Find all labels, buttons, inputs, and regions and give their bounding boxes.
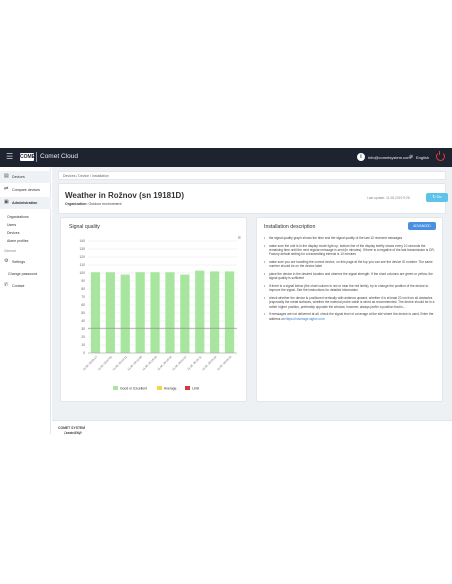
organization-value: Outdoor environment: [88, 202, 122, 206]
installation-title: Installation description: [264, 224, 316, 230]
list-item: make sure you are handling the correct d…: [264, 260, 440, 269]
app-window: ☰ COMET Comet Cloud i info@cometsystem.c…: [0, 148, 452, 435]
footer-text: Created by COMET SYSTEM, s.r.o. 2019: [58, 426, 86, 435]
page-title: Weather in Rožnov (sn 19181D): [65, 191, 184, 200]
logout-power-icon[interactable]: [436, 150, 445, 161]
organization-label: Organization:: [65, 202, 88, 206]
sidebar-item-compare-devices[interactable]: ⇄ Compare devices: [0, 184, 51, 196]
admin-icon: ▣: [4, 199, 9, 205]
y-tick-label: 130: [79, 247, 85, 251]
sidebar-item-label: Change password: [8, 272, 37, 276]
list-item: If messages are not delivered at all, ch…: [264, 312, 440, 321]
sidebar: ▤ Devices ⇄ Compare devices ▣ Administra…: [0, 167, 51, 434]
last-update: Last update: 11.08.2019 9:28: [367, 196, 410, 200]
advanced-button[interactable]: ADVANCED: [408, 222, 436, 230]
list-item: the signal quality graph shows the time …: [264, 236, 440, 241]
menu-icon[interactable]: ☰: [6, 153, 13, 161]
y-tick-label: 120: [79, 255, 85, 259]
user-icon[interactable]: i: [357, 153, 365, 161]
footer: Created by COMET SYSTEM, s.r.o. 2019: [52, 420, 452, 435]
compare-icon: ⇄: [4, 186, 9, 192]
y-tick-label: 110: [80, 263, 86, 267]
chart-bar: [195, 270, 205, 353]
y-tick-label: 90: [81, 279, 85, 283]
chart-bar: [105, 272, 115, 353]
y-tick-label: 20: [81, 335, 85, 339]
y-tick-label: 50: [81, 311, 85, 315]
user-email[interactable]: info@cometsystem.com: [368, 155, 411, 160]
sidebar-item-devices[interactable]: ▤ Devices: [0, 171, 51, 183]
main-content: Devices / Device / Installation Weather …: [52, 167, 452, 420]
legend-label: Limit: [192, 387, 199, 391]
sidebar-item-change-password[interactable]: Change password: [0, 268, 51, 280]
list-item: place the device in the desired location…: [264, 272, 440, 281]
sidebar-item-alarm-profiles[interactable]: Alarm profiles: [7, 239, 28, 243]
footer-suffix: , s.r.o. 2019: [64, 431, 82, 435]
y-tick-label: 0: [83, 351, 85, 355]
chart-bar: [120, 274, 130, 353]
globe-icon[interactable]: ⊕: [409, 154, 413, 160]
chart-bar: [224, 271, 235, 353]
sidebar-item-label: Devices: [12, 175, 25, 179]
chart-bar: [135, 272, 145, 353]
sidebar-item-administration[interactable]: ▣ Administration: [0, 197, 51, 209]
phone-icon: ✆: [4, 282, 9, 288]
sidebar-section-general: General: [4, 249, 16, 253]
legend-swatch: [185, 386, 190, 390]
legend-swatch: [113, 386, 118, 390]
chart-bar: [165, 272, 175, 353]
list-item: check whether the device is positioned v…: [264, 296, 440, 309]
y-tick-label: 30: [81, 327, 85, 331]
sidebar-item-contact[interactable]: ✆ Contact: [0, 280, 51, 292]
y-tick-label: 10: [81, 343, 85, 347]
comet-logo[interactable]: COMET: [20, 153, 38, 161]
sidebar-item-users[interactable]: Users: [7, 223, 16, 227]
chart-bar: [90, 272, 101, 353]
y-tick-label: 60: [81, 303, 85, 307]
sidebar-item-admin-devices[interactable]: Devices: [7, 231, 19, 235]
list-item: If there is a signal below (the chart co…: [264, 284, 440, 293]
chart-bar: [210, 271, 220, 353]
y-tick-label: 80: [81, 287, 85, 291]
breadcrumb[interactable]: Devices / Device / Installation: [58, 171, 446, 180]
footer-company: COMET SYSTEM: [58, 426, 86, 430]
legend-label: Average: [164, 387, 177, 391]
chart-bar: [180, 274, 190, 353]
y-tick-label: 40: [81, 319, 85, 323]
signal-quality-card: Signal quality ≡ 0 10 20 30 40 50 60 70 80 90 100 1…: [60, 217, 247, 402]
devices-icon: ▤: [4, 173, 9, 179]
sidebar-item-label: Compare devices: [12, 188, 40, 192]
x-tick-label: 11.08. 09:28:18: [216, 355, 233, 372]
logo-divider: [36, 152, 37, 162]
app-name: Comet Cloud: [40, 153, 78, 160]
signal-quality-chart: 0 10 20 30 40 50 60 70 80 90 100 110 120 130 140 11.08.…: [79, 239, 237, 391]
chart-bar: [150, 272, 160, 353]
sidebar-item-organizations[interactable]: Organizations: [7, 215, 29, 219]
legend-label: Good or Excellent: [120, 387, 147, 391]
y-tick-label: 70: [81, 295, 85, 299]
sidebar-item-label: Settings: [12, 260, 25, 264]
organization-info: Organization: Outdoor environment: [65, 202, 121, 206]
list-item: make sure the unit is in the display mod…: [264, 244, 440, 257]
installation-list: the signal quality graph shows the time …: [264, 236, 440, 324]
refresh-button[interactable]: ↻ Go: [426, 193, 448, 202]
language-selector[interactable]: English: [416, 155, 429, 160]
top-bar: ☰ COMET Comet Cloud i info@cometsystem.c…: [0, 148, 452, 167]
coverage-link[interactable]: https://coverage.sigfox.com: [286, 317, 325, 321]
sidebar-item-label: Administration: [12, 201, 38, 205]
gear-icon: ⚙: [4, 258, 9, 264]
sidebar-item-settings[interactable]: ⚙ Settings: [0, 256, 51, 268]
y-tick-label: 100: [79, 271, 85, 275]
y-tick-label: 140: [79, 239, 85, 243]
device-header-card: Weather in Rožnov (sn 19181D) Organizati…: [58, 183, 448, 214]
installation-card: Installation description ADVANCED the si…: [256, 217, 443, 402]
sidebar-item-label: Contact: [12, 284, 25, 288]
legend-swatch: [157, 386, 162, 390]
